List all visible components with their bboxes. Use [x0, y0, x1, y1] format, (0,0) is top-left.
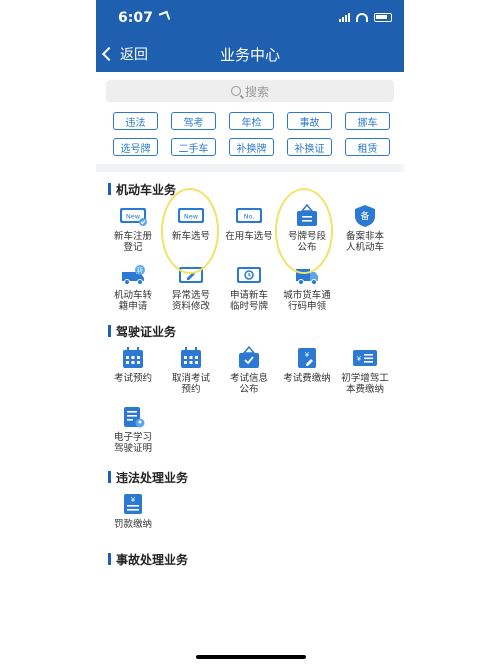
highlight-circle-plate-range [275, 188, 333, 274]
section-label: 机动车业务 [116, 182, 177, 197]
service-temporary-plate[interactable]: 申请新车 临时号牌 [220, 263, 278, 312]
section-label: 驾驶证业务 [116, 324, 177, 339]
signal-icon [339, 12, 350, 22]
service-label: 异常选号 资料修改 [171, 290, 210, 312]
battery-icon [374, 12, 392, 22]
service-in-use-plate-select[interactable]: No. 在用车选号 [220, 204, 278, 253]
service-exam-info[interactable]: 考试信息 公布 [220, 346, 278, 395]
service-label: 电子学习 驾驶证明 [113, 432, 152, 454]
service-label: 城市货车通 行码申领 [283, 290, 331, 312]
fine-payment-icon: ¥ [119, 492, 147, 516]
license-services: 考试预约 取消考试 预约 考试信息 公布 ¥ 考试费缴纳 ¥ 初学增驾工 本费缴… [96, 340, 404, 454]
page-title: 业务中心 [219, 46, 280, 64]
system-icons [339, 12, 392, 22]
service-label: 新车注册 登记 [113, 231, 152, 253]
location-icon [158, 10, 171, 23]
section-label: 违法处理业务 [116, 470, 189, 485]
record-badge-icon: 备 [351, 204, 379, 228]
svg-text:¥: ¥ [305, 351, 310, 359]
svg-text:¥: ¥ [131, 496, 136, 504]
divider [96, 164, 404, 172]
section-bar [108, 183, 111, 195]
service-label: 备案非本 人机动车 [345, 231, 384, 253]
chip-replace-plate[interactable]: 补换牌 [229, 138, 274, 156]
phone-screen: 6:07 返回 业务中心 搜索 违法 驾考 年检 事故 挪车 选号牌 二手车 补… [96, 0, 404, 667]
svg-text:¥: ¥ [357, 355, 362, 363]
status-bar: 6:07 [96, 0, 404, 36]
section-label: 事故处理业务 [116, 552, 189, 567]
chip-replace-license[interactable]: 补换证 [287, 138, 332, 156]
chip-rental[interactable]: 租赁 [345, 138, 390, 156]
truck-transfer-icon: 转 [119, 263, 147, 287]
in-use-plate-select-icon: No. [235, 204, 263, 228]
section-title-accident: 事故处理业务 [96, 530, 404, 568]
calendar-icon [119, 346, 147, 370]
svg-text:New: New [126, 213, 141, 221]
svg-text:No.: No. [244, 213, 255, 221]
service-label: 申请新车 临时号牌 [229, 290, 268, 312]
service-label: 在用车选号 [225, 231, 273, 242]
section-title-violation: 违法处理业务 [96, 454, 404, 486]
chip-select-plate[interactable]: 选号牌 [113, 138, 158, 156]
chip-annual-inspection[interactable]: 年检 [229, 112, 274, 130]
svg-text:转: 转 [137, 267, 143, 275]
service-label: 考试预约 [113, 373, 152, 384]
exam-info-icon [235, 346, 263, 370]
section-title-vehicle: 机动车业务 [96, 172, 404, 198]
nav-bar: 返回 业务中心 [96, 36, 404, 72]
new-car-registration-icon: New [119, 204, 147, 228]
chip-used-car[interactable]: 二手车 [171, 138, 216, 156]
highlight-circle-new-plate [161, 188, 219, 274]
wifi-icon [356, 12, 368, 22]
vehicle-services: New 新车注册 登记 New 新车选号 No. 在用车选号 号牌号段 公布 备 [96, 198, 404, 312]
section-bar [108, 553, 111, 565]
chip-driving-test[interactable]: 驾考 [171, 112, 216, 130]
service-record-vehicle[interactable]: 备 备案非本 人机动车 [336, 204, 394, 253]
service-label: 罚款缴纳 [113, 519, 152, 530]
search-area: 搜索 [96, 72, 404, 108]
service-label: 初学增驾工 本费缴纳 [341, 373, 389, 395]
svg-text:备: 备 [360, 210, 369, 222]
temporary-plate-icon [235, 263, 263, 287]
violation-services: ¥ 罚款缴纳 [96, 486, 404, 530]
section-bar [108, 325, 111, 337]
chip-violation[interactable]: 违法 [113, 112, 158, 130]
e-learning-certificate-icon [119, 405, 147, 429]
section-title-license: 驾驶证业务 [96, 312, 404, 340]
home-indicator [196, 655, 306, 659]
chip-move-car[interactable]: 挪车 [345, 112, 390, 130]
service-vehicle-transfer[interactable]: 转 机动车转 籍申请 [104, 263, 162, 312]
service-cancel-exam[interactable]: 取消考试 预约 [162, 346, 220, 395]
calendar-cancel-icon [177, 346, 205, 370]
service-e-learning-cert[interactable]: 电子学习 驾驶证明 [104, 405, 162, 454]
section-bar [108, 471, 111, 483]
search-input[interactable]: 搜索 [106, 80, 394, 102]
service-exam-fee[interactable]: ¥ 考试费缴纳 [278, 346, 336, 395]
search-icon [230, 86, 241, 96]
search-placeholder: 搜索 [244, 84, 269, 99]
service-label: 考试信息 公布 [229, 373, 268, 395]
service-label: 考试费缴纳 [283, 373, 331, 384]
quick-chips: 违法 驾考 年检 事故 挪车 选号牌 二手车 补换牌 补换证 租赁 [96, 108, 404, 156]
service-learner-fee[interactable]: ¥ 初学增驾工 本费缴纳 [336, 346, 394, 395]
exam-fee-icon: ¥ [293, 346, 321, 370]
status-time: 6:07 [118, 10, 153, 26]
service-label: 机动车转 籍申请 [113, 290, 152, 312]
chip-accident[interactable]: 事故 [287, 112, 332, 130]
service-exam-booking[interactable]: 考试预约 [104, 346, 162, 395]
service-fine-payment[interactable]: ¥ 罚款缴纳 [104, 492, 162, 530]
service-new-car-registration[interactable]: New 新车注册 登记 [104, 204, 162, 253]
fee-list-icon: ¥ [351, 346, 379, 370]
service-label: 取消考试 预约 [171, 373, 210, 395]
